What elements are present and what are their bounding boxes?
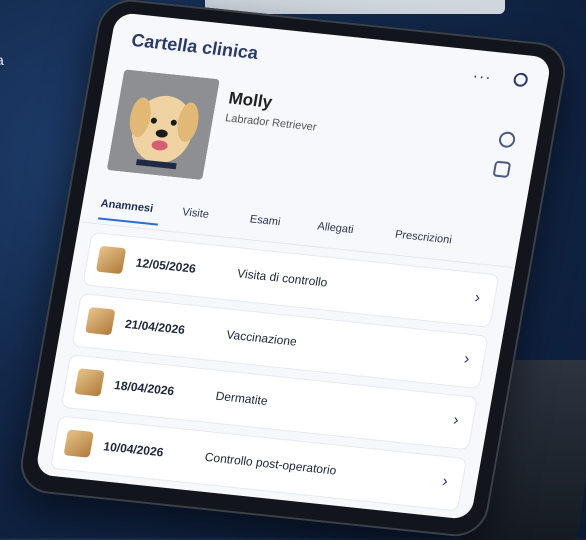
pet-thumbnail — [95, 245, 127, 275]
tablet-device: Cartella clinica ··· Molly Labrador Retr… — [15, 0, 571, 540]
gallery-icon[interactable] — [492, 160, 512, 179]
record-description: Vaccinazione — [225, 327, 298, 349]
tab-prescrizioni[interactable]: Prescrizioni — [394, 229, 453, 247]
record-date: 10/04/2026 — [102, 439, 165, 460]
pet-thumbnail — [74, 368, 105, 397]
tab-allegati[interactable]: Allegati — [317, 220, 355, 236]
tab-anamnesi[interactable]: Anamnesi — [100, 198, 154, 215]
record-description: Dermatite — [214, 388, 269, 408]
record-description: Controllo post-operatorio — [203, 449, 338, 478]
tab-visite[interactable]: Visite — [181, 206, 210, 221]
record-description: Visita di controllo — [236, 266, 329, 290]
more-icon[interactable]: ··· — [471, 68, 493, 88]
tab-esami[interactable]: Esami — [249, 213, 281, 228]
pet-photo — [106, 69, 220, 181]
chevron-right-icon[interactable]: › — [441, 473, 449, 491]
pet-thumbnail — [63, 429, 94, 458]
pet-breed: Labrador Retriever — [224, 112, 318, 134]
page-title: Cartella clinica — [129, 30, 260, 64]
camera-icon[interactable] — [497, 130, 517, 149]
background-text: a — [0, 52, 4, 68]
user-icon[interactable] — [512, 72, 529, 88]
pet-name: Molly — [227, 88, 274, 112]
record-date: 12/05/2026 — [134, 255, 197, 276]
chevron-right-icon[interactable]: › — [452, 412, 460, 430]
chevron-right-icon[interactable]: › — [462, 350, 471, 368]
pet-thumbnail — [85, 306, 116, 336]
records-list: 12/05/2026 Visita di controllo › 21/04/2… — [35, 222, 515, 520]
app-screen: Cartella clinica ··· Molly Labrador Retr… — [34, 12, 552, 520]
record-date: 21/04/2026 — [123, 316, 187, 337]
chevron-right-icon[interactable]: › — [473, 289, 481, 307]
record-date: 18/04/2026 — [113, 378, 176, 399]
